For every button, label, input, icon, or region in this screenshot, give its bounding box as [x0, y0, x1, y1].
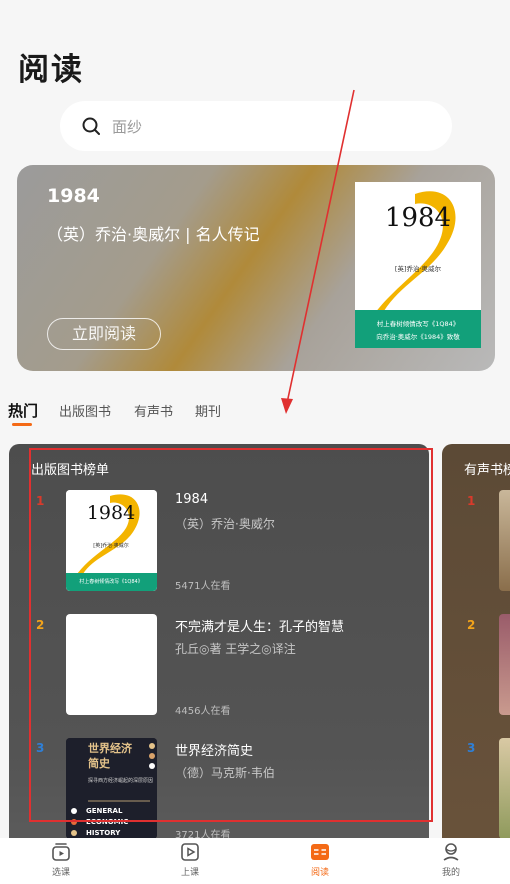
featured-book-banner[interactable]: 1984 （英）乔治·奥威尔 | 名人传记 立即阅读 1984 [英]乔治·奥威…	[17, 165, 495, 371]
small-cover-number: 1984	[87, 502, 135, 524]
audiobook-cover[interactable]	[499, 738, 510, 839]
book-title: 不完满才是人生：孔子的智慧	[175, 620, 345, 635]
economy-cover-en-3: HISTORY	[86, 829, 121, 837]
page-title: 阅读	[18, 52, 84, 88]
rank-number: 1	[36, 494, 45, 508]
rank-number: 1	[467, 494, 476, 508]
tab-published-books[interactable]: 出版图书	[59, 401, 111, 420]
book-author: （德）马克斯·韦伯	[175, 766, 275, 780]
audiobook-card-title: 有声书榜	[464, 463, 510, 478]
nav-item-class[interactable]: 上课	[150, 842, 230, 878]
bottom-navigation: 选课 上课 阅读 我的	[0, 838, 510, 884]
nav-item-profile[interactable]: 我的	[411, 842, 491, 878]
economy-cover-en-2: ECONOMIC	[86, 818, 128, 826]
book-author: 孔丘◎著 王学之◎译注	[175, 642, 296, 656]
rank-number: 3	[36, 741, 45, 755]
book-cover[interactable]	[66, 614, 157, 715]
audiobook-cover[interactable]	[499, 490, 510, 591]
nav-item-reading[interactable]: 阅读	[280, 842, 360, 878]
tab-hot[interactable]: 热门	[8, 400, 38, 421]
reader-count: 5471人在看	[175, 581, 231, 592]
audiobook-ranking-card[interactable]: 有声书榜 1 2 3	[442, 444, 510, 884]
book-cover[interactable]: 1984 [英]乔治·奥威尔 村上春树倾情改写《1Q84》	[66, 490, 157, 591]
featured-book-subtitle: （英）乔治·奥威尔 | 名人传记	[47, 225, 260, 244]
profile-icon	[443, 843, 459, 861]
rank-number: 2	[36, 618, 45, 632]
search-placeholder: 面纱	[112, 118, 143, 136]
cover-1984-blurb-2: 向乔治·奥威尔《1984》致敬	[376, 332, 460, 341]
book-author: （英）乔治·奥威尔	[175, 517, 275, 531]
nav-label: 我的	[441, 868, 460, 878]
economy-cover-title-2: 简史	[88, 756, 111, 770]
reader-count: 4456人在看	[175, 706, 231, 717]
reading-icon	[311, 844, 329, 860]
economy-cover-title-1: 世界经济	[88, 741, 133, 755]
economy-cover-tagline: 探寻西方经济崛起的深层原因	[88, 777, 153, 784]
course-icon	[52, 843, 70, 861]
ranking-card-title: 出版图书榜单	[31, 463, 110, 478]
book-cover-economy: 世界经济 简史 探寻西方经济崛起的深层原因 GENERAL ECONOMIC H…	[66, 738, 157, 839]
rank-number: 2	[467, 618, 476, 632]
search-bar[interactable]: 面纱	[60, 101, 452, 151]
tab-journals[interactable]: 期刊	[195, 401, 221, 420]
book-cover-1984[interactable]: 1984 [英]乔治·奥威尔 村上春树倾情改写《1Q84》 向乔治·奥威尔《19…	[355, 182, 481, 348]
rank-number: 3	[467, 741, 476, 755]
book-title: 1984	[175, 492, 209, 507]
cover-1984-number: 1984	[385, 203, 451, 233]
nav-label: 上课	[180, 868, 199, 878]
nav-label: 选课	[51, 868, 70, 878]
book-cover-1984-small: 1984 [英]乔治·奥威尔 村上春树倾情改写《1Q84》	[66, 490, 157, 591]
active-tab-indicator	[12, 423, 32, 426]
small-cover-author: [英]乔治·奥威尔	[93, 542, 129, 549]
read-now-button[interactable]: 立即阅读	[47, 318, 161, 350]
cover-1984-blurb-1: 村上春树倾情改写《1Q84》	[377, 319, 460, 328]
featured-book-title: 1984	[47, 185, 100, 207]
cover-1984-author: [英]乔治·奥威尔	[395, 264, 442, 273]
small-cover-blurb: 村上春树倾情改写《1Q84》	[79, 578, 142, 585]
search-icon	[82, 117, 100, 135]
nav-item-courses[interactable]: 选课	[21, 842, 101, 878]
tab-audiobooks[interactable]: 有声书	[134, 401, 173, 420]
category-tabs: 热门 出版图书 有声书 期刊	[0, 398, 510, 428]
book-title: 世界经济简史	[175, 744, 254, 759]
book-cover[interactable]: 世界经济 简史 探寻西方经济崛起的深层原因 GENERAL ECONOMIC H…	[66, 738, 157, 839]
published-books-ranking-card: 出版图书榜单 1 1984 [英]乔治·奥威尔 村上春树倾情改写《1Q84》 1…	[9, 444, 429, 884]
nav-label: 阅读	[310, 868, 329, 878]
audiobook-cover[interactable]	[499, 614, 510, 715]
play-icon	[181, 843, 199, 861]
economy-cover-en-1: GENERAL	[86, 807, 123, 815]
